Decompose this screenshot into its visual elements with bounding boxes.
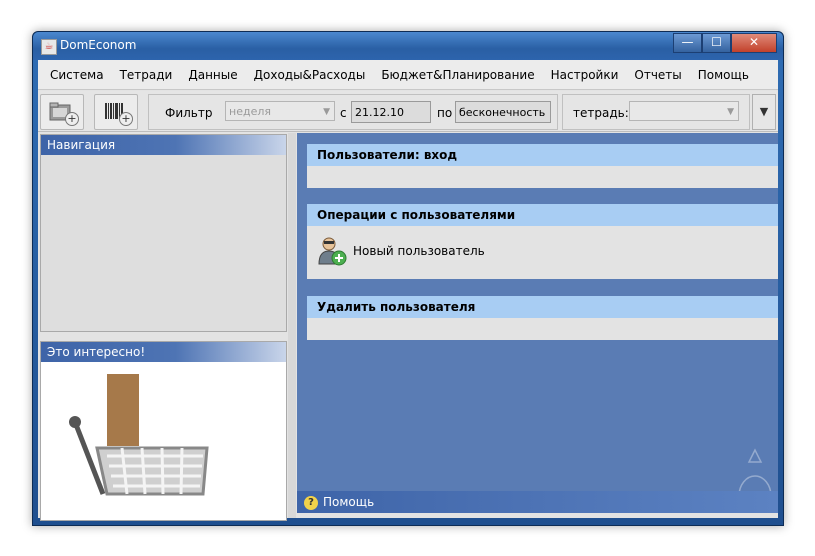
- help-icon: ?: [304, 495, 318, 510]
- menu-notebooks[interactable]: Тетради: [112, 68, 181, 82]
- interesting-title: Это интересно!: [41, 342, 286, 362]
- java-app-icon: ☕: [41, 39, 57, 55]
- menu-bar: Система Тетради Данные Доходы&Расходы Бю…: [38, 60, 778, 90]
- login-section-body: [307, 166, 778, 188]
- menu-income-expenses[interactable]: Доходы&Расходы: [246, 68, 374, 82]
- window-title: DomEconom: [60, 38, 137, 52]
- new-user-label: Новый пользователь: [353, 244, 485, 258]
- add-user-icon: [318, 237, 347, 266]
- pane-splitter[interactable]: [288, 133, 296, 518]
- chevron-down-icon: ▼: [727, 107, 734, 117]
- period-select[interactable]: неделя ▼: [225, 101, 335, 121]
- plus-icon: +: [119, 112, 133, 126]
- client-area: Система Тетради Данные Доходы&Расходы Бю…: [38, 60, 778, 521]
- menu-budget-planning[interactable]: Бюджет&Планирование: [373, 68, 542, 82]
- filter-group: Фильтр неделя ▼ с 21.12.10 по бесконечно…: [148, 94, 558, 130]
- plus-icon: +: [65, 112, 79, 126]
- maximize-button[interactable]: ☐: [702, 33, 731, 53]
- notebook-label: тетрадь:: [573, 106, 629, 120]
- chevron-down-icon: ▼: [323, 107, 330, 117]
- delete-user-section-body: [307, 318, 778, 340]
- toolbar-overflow-button[interactable]: ▼: [752, 94, 776, 130]
- operations-section-body: Новый пользователь: [307, 226, 778, 279]
- menu-reports[interactable]: Отчеты: [626, 68, 689, 82]
- chevron-down-icon: ▼: [759, 105, 769, 118]
- app-window: ☕ DomEconom — ☐ ✕ Система Тетради Данные…: [32, 31, 784, 526]
- close-button[interactable]: ✕: [731, 33, 777, 53]
- from-label: с: [340, 106, 347, 120]
- interesting-panel: Это интересно!: [40, 341, 287, 521]
- login-section-header[interactable]: Пользователи: вход: [307, 144, 778, 166]
- title-bar[interactable]: ☕ DomEconom — ☐ ✕: [33, 32, 783, 60]
- notebook-select[interactable]: ▼: [629, 101, 739, 121]
- notebook-group: тетрадь: ▼: [562, 94, 750, 130]
- users-pane: Пользователи: вход Операции с пользовате…: [297, 133, 778, 518]
- help-panel-header[interactable]: ? Помощь: [297, 491, 778, 513]
- shopping-cart-illustration: [69, 374, 209, 496]
- to-label: по: [437, 106, 453, 120]
- to-date-field[interactable]: бесконечность: [455, 101, 551, 123]
- delete-user-section-header[interactable]: Удалить пользователя: [307, 296, 778, 318]
- operations-section-header[interactable]: Операции с пользователями: [307, 204, 778, 226]
- help-title: Помощь: [323, 495, 375, 509]
- menu-settings[interactable]: Настройки: [543, 68, 627, 82]
- filter-label: Фильтр: [165, 106, 213, 120]
- navigation-title: Навигация: [41, 135, 286, 155]
- add-folder-button[interactable]: +: [40, 94, 84, 130]
- minimize-button[interactable]: —: [673, 33, 702, 53]
- menu-data[interactable]: Данные: [180, 68, 245, 82]
- period-value: неделя: [229, 105, 271, 118]
- new-user-link[interactable]: Новый пользователь: [317, 236, 485, 266]
- menu-system[interactable]: Система: [42, 68, 112, 82]
- toolbar: + + Фильтр неделя ▼ с 21.12.10 по бескон…: [38, 91, 778, 132]
- navigation-panel: Навигация: [40, 134, 287, 332]
- help-panel-body: [297, 513, 778, 518]
- add-barcode-button[interactable]: +: [94, 94, 138, 130]
- left-pane: Навигация Это интересно!: [39, 133, 288, 521]
- from-date-field[interactable]: 21.12.10: [351, 101, 431, 123]
- menu-help[interactable]: Помощь: [690, 68, 757, 82]
